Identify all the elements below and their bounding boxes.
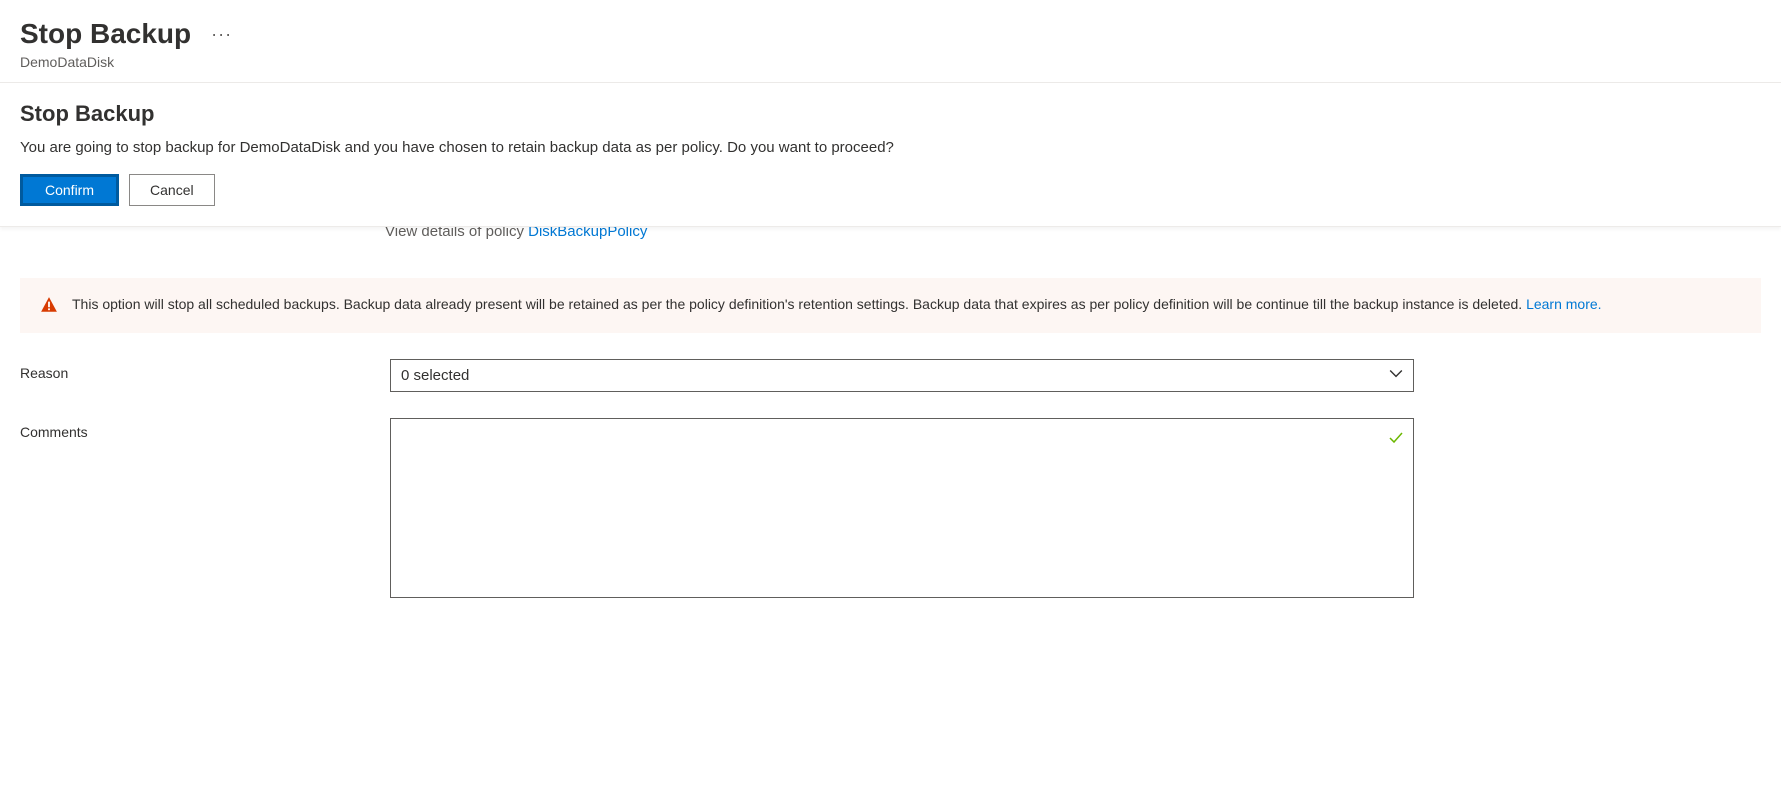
page-header: Stop Backup ··· DemoDataDisk [0, 0, 1781, 83]
page-title: Stop Backup [20, 18, 191, 50]
confirm-button[interactable]: Confirm [20, 174, 119, 206]
comments-label: Comments [20, 418, 390, 440]
warning-icon [40, 296, 58, 317]
warning-text: This option will stop all scheduled back… [72, 296, 1526, 312]
reason-label: Reason [20, 359, 390, 381]
warning-box: This option will stop all scheduled back… [20, 278, 1761, 333]
reason-value: 0 selected [401, 367, 469, 384]
page-subtitle: DemoDataDisk [20, 54, 1761, 70]
chevron-down-icon [1389, 367, 1403, 385]
more-icon[interactable]: ··· [211, 24, 232, 45]
comments-textarea[interactable] [390, 418, 1414, 598]
confirm-title: Stop Backup [20, 101, 1761, 127]
confirm-message: You are going to stop backup for DemoDat… [20, 139, 1761, 156]
confirm-panel: Stop Backup You are going to stop backup… [0, 83, 1781, 227]
reason-dropdown[interactable]: 0 selected [390, 359, 1414, 392]
learn-more-link[interactable]: Learn more. [1526, 296, 1601, 312]
cancel-button[interactable]: Cancel [129, 174, 215, 206]
